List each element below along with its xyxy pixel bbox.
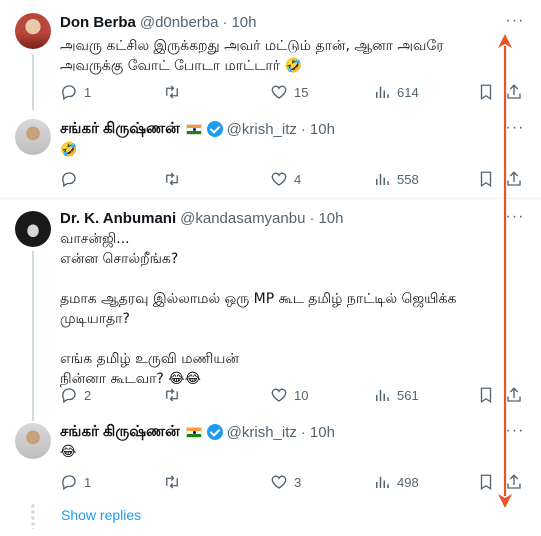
reply-count: 1: [84, 84, 92, 100]
view-count: 614: [397, 84, 419, 100]
reply-button[interactable]: 1: [60, 472, 91, 492]
tweet-text: 🤣: [60, 142, 78, 158]
avatar[interactable]: [15, 119, 51, 155]
separator-dot: ·: [222, 13, 228, 31]
bookmark-icon: [480, 84, 492, 101]
views-icon: [376, 476, 389, 488]
retweet-button[interactable]: [163, 169, 181, 189]
reply-button[interactable]: 2: [60, 385, 91, 405]
retweet-icon: [166, 388, 178, 402]
verified-badge-icon: [206, 121, 223, 137]
avatar[interactable]: [15, 211, 51, 247]
reply-button[interactable]: [60, 169, 78, 189]
like-button[interactable]: 10: [270, 385, 308, 405]
reply-icon: [62, 172, 76, 187]
avatar[interactable]: [15, 13, 51, 49]
retweet-icon: [166, 475, 178, 489]
india-flag-icon: [185, 426, 202, 438]
separator-dot: ·: [309, 209, 315, 227]
heart-icon: [271, 475, 287, 489]
like-count: 15: [294, 84, 309, 100]
like-count: 3: [294, 474, 302, 490]
views-icon: [376, 86, 389, 98]
tweet-actions: 1 15 614: [60, 82, 530, 102]
like-count: 10: [294, 387, 309, 403]
reply-icon: [62, 475, 76, 490]
heart-icon: [271, 172, 287, 186]
reply-button[interactable]: 1: [60, 82, 91, 102]
view-count: 558: [397, 171, 419, 187]
bookmark-button[interactable]: [477, 82, 495, 102]
tweet-text: அவரு கட்சில இருக்கறது அவர் மட்டும் தான்,…: [60, 38, 444, 74]
tweet-header: சங்கர் கிருஷ்ணன் @krish_itz · 10h: [60, 422, 335, 442]
tweet-actions: 4 558: [60, 169, 530, 189]
timestamp[interactable]: 10h: [318, 210, 343, 227]
bookmark-button[interactable]: [477, 169, 495, 189]
reply-count: 1: [84, 474, 92, 490]
more-icon[interactable]: ···: [505, 13, 525, 34]
like-button[interactable]: 4: [270, 169, 301, 189]
show-replies-link[interactable]: Show replies: [61, 507, 141, 523]
heart-icon: [271, 85, 287, 99]
tweet-header: Dr. K. Anbumani @kandasamyanbu · 10h: [60, 208, 343, 228]
annotation-double-arrow: [498, 34, 512, 508]
tweet-actions: 2 10 561: [60, 385, 530, 405]
tweet-header: Don Berba @d0nberba · 10h: [60, 12, 257, 32]
retweet-button[interactable]: [163, 472, 181, 492]
display-name[interactable]: Don Berba: [60, 14, 136, 31]
user-handle[interactable]: @krish_itz: [227, 424, 297, 441]
reply-icon: [62, 85, 76, 100]
display-name[interactable]: சங்கர் கிருஷ்ணன்: [60, 423, 180, 442]
bookmark-icon: [480, 171, 492, 188]
tweet-text: வாசன்ஜி... என்ன சொல்றீங்க? தமாக ஆதரவு இல…: [60, 231, 457, 387]
timestamp[interactable]: 10h: [310, 424, 335, 441]
thread-line: [32, 54, 34, 110]
verified-badge-icon: [206, 424, 223, 440]
tweet-actions: 1 3 498: [60, 472, 530, 492]
view-count: 561: [397, 387, 419, 403]
like-count: 4: [294, 171, 302, 187]
avatar[interactable]: [15, 423, 51, 459]
retweet-icon: [166, 85, 178, 99]
timestamp[interactable]: 10h: [310, 121, 335, 138]
heart-icon: [271, 388, 287, 402]
views-button[interactable]: 561: [373, 385, 419, 405]
display-name[interactable]: சங்கர் கிருஷ்ணன்: [60, 120, 180, 139]
tweet-text: 😂: [60, 444, 77, 460]
bookmark-icon: [480, 474, 492, 491]
views-button[interactable]: 614: [373, 82, 419, 102]
india-flag-icon: [185, 123, 202, 135]
view-count: 498: [397, 474, 419, 490]
views-icon: [376, 173, 389, 185]
more-replies-dots: [31, 503, 35, 529]
separator-dot: ·: [300, 423, 306, 441]
views-icon: [376, 389, 389, 401]
like-button[interactable]: 3: [270, 472, 301, 492]
like-button[interactable]: 15: [270, 82, 308, 102]
divider: [0, 198, 541, 199]
bookmark-button[interactable]: [477, 385, 495, 405]
separator-dot: ·: [300, 120, 306, 138]
reply-icon: [62, 388, 76, 403]
retweet-button[interactable]: [163, 385, 181, 405]
retweet-button[interactable]: [163, 82, 181, 102]
tweet-header: சங்கர் கிருஷ்ணன் @krish_itz · 10h: [60, 119, 335, 139]
display-name[interactable]: Dr. K. Anbumani: [60, 210, 176, 227]
views-button[interactable]: 498: [373, 472, 419, 492]
reply-count: 2: [84, 387, 92, 403]
bookmark-button[interactable]: [477, 472, 495, 492]
user-handle[interactable]: @d0nberba: [140, 14, 219, 31]
user-handle[interactable]: @krish_itz: [227, 121, 297, 138]
retweet-icon: [166, 172, 178, 186]
bookmark-icon: [480, 387, 492, 404]
user-handle[interactable]: @kandasamyanbu: [180, 210, 305, 227]
views-button[interactable]: 558: [373, 169, 419, 189]
thread-line: [32, 251, 34, 421]
timestamp[interactable]: 10h: [231, 14, 256, 31]
